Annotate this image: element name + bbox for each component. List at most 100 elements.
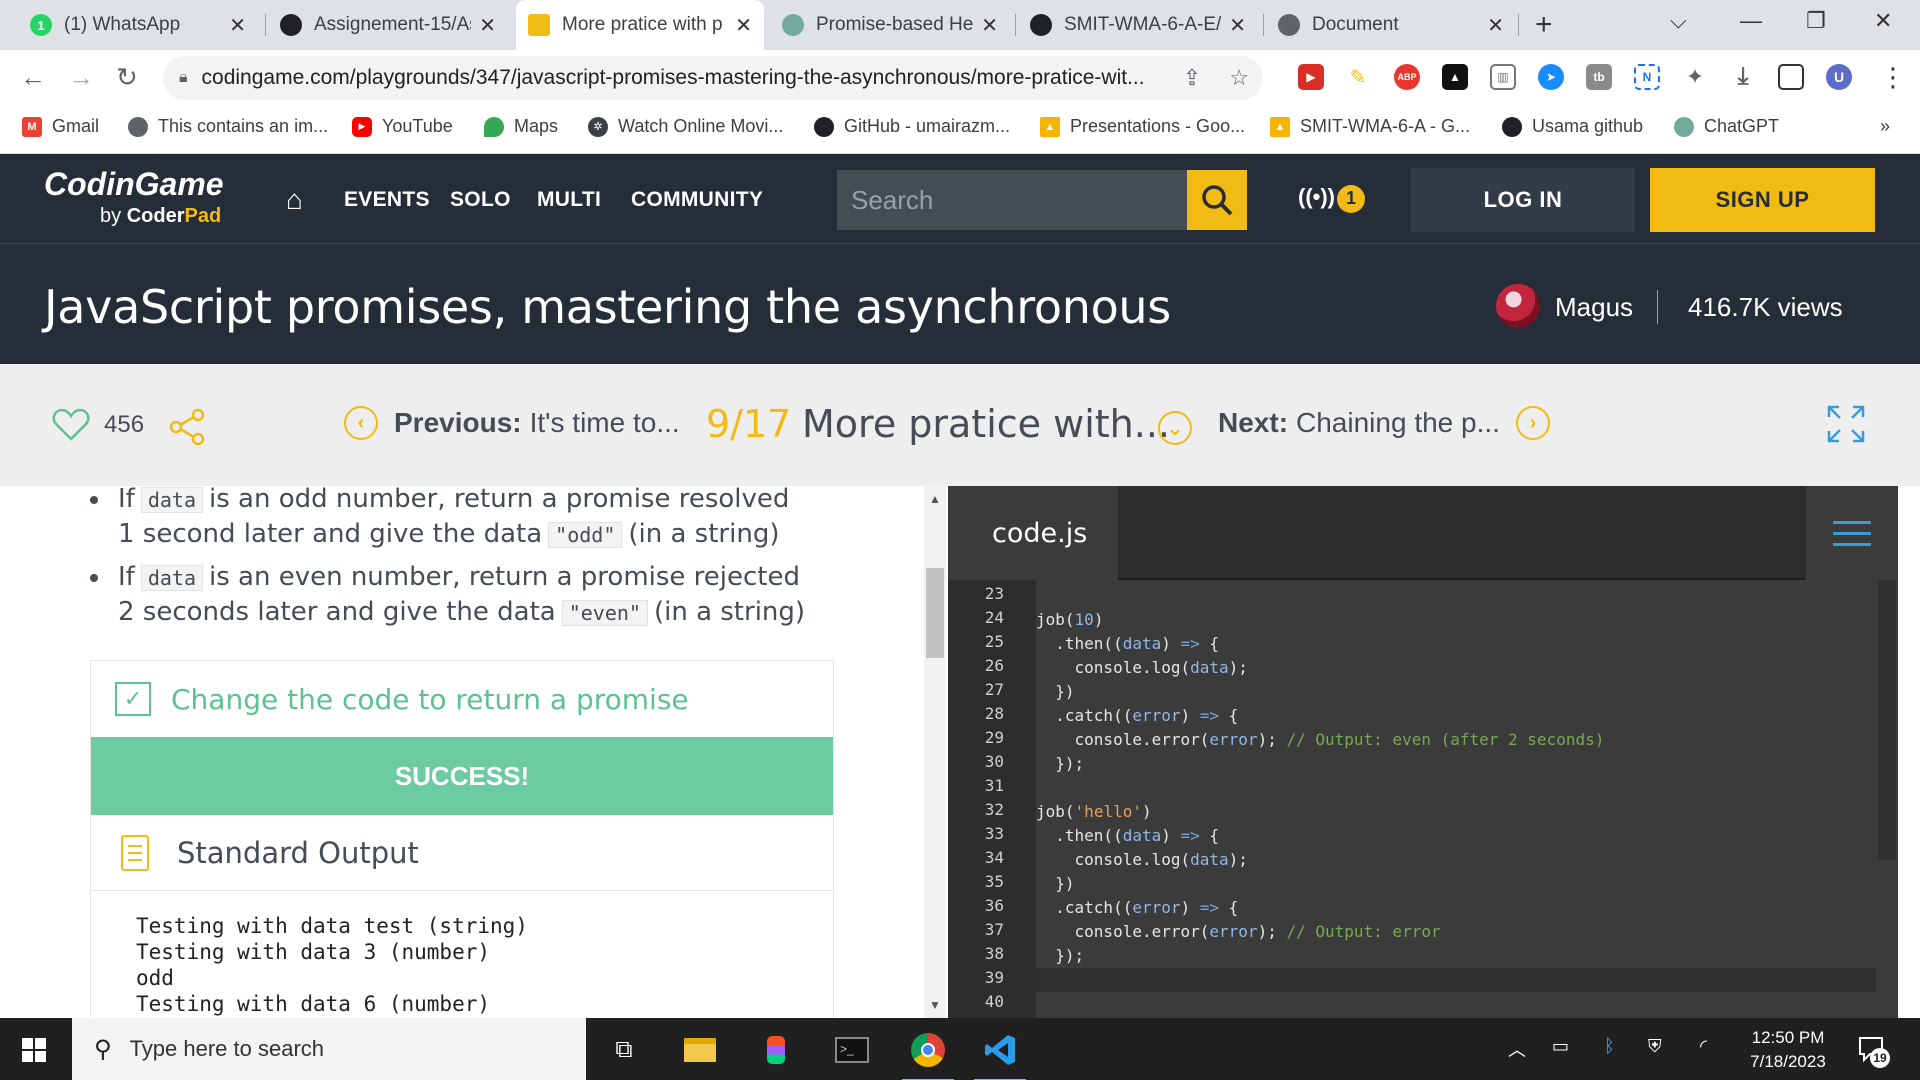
- code-area[interactable]: job(10) .then((data) => { console.log(da…: [1036, 580, 1898, 1018]
- extension-icon[interactable]: ➤: [1538, 64, 1564, 90]
- back-icon[interactable]: ←: [20, 62, 46, 93]
- url-text[interactable]: codingame.com/playgrounds/347/javascript…: [202, 66, 1169, 90]
- code-line[interactable]: .catch((error) => {: [1036, 704, 1898, 728]
- live-events[interactable]: ((•)) 1: [1298, 184, 1366, 213]
- bluetooth-icon[interactable]: ᛒ: [1604, 1036, 1615, 1057]
- previous-lesson-link[interactable]: ‹ Previous: It's time to...: [344, 406, 680, 440]
- code-line[interactable]: console.log(data);: [1036, 656, 1898, 680]
- taskbar-search[interactable]: ⚲ Type here to search: [72, 1018, 586, 1080]
- browser-tab[interactable]: Document ✕: [1266, 0, 1516, 50]
- task-view-icon[interactable]: ⧉: [604, 1030, 644, 1070]
- close-tab-icon[interactable]: ✕: [1487, 13, 1504, 38]
- tab-search-icon[interactable]: ⌵: [1670, 8, 1687, 34]
- side-panel-icon[interactable]: [1778, 64, 1804, 90]
- scroll-up-icon[interactable]: ▲: [929, 492, 941, 506]
- code-line[interactable]: });: [1036, 752, 1898, 776]
- browser-tab[interactable]: Promise-based Hell ✕: [770, 0, 1010, 50]
- search-input[interactable]: [837, 170, 1187, 230]
- next-lesson-link[interactable]: Next: Chaining the p... ›: [1218, 406, 1550, 440]
- vscode-icon[interactable]: [974, 1030, 1026, 1080]
- browser-tab[interactable]: SMIT-WMA-6-A-E/ ✕: [1018, 0, 1258, 50]
- close-tab-icon[interactable]: ✕: [229, 13, 246, 38]
- signup-button[interactable]: SIGN UP: [1650, 168, 1875, 232]
- extension-icon[interactable]: ✎: [1345, 64, 1371, 90]
- current-lesson-title[interactable]: More pratice with...: [802, 402, 1170, 446]
- reload-icon[interactable]: ↻: [116, 62, 138, 93]
- terminal-icon[interactable]: >_: [832, 1030, 872, 1070]
- code-line[interactable]: [1036, 584, 1898, 608]
- home-icon[interactable]: ⌂: [286, 184, 303, 216]
- browser-tab[interactable]: Assignement-15/As ✕: [268, 0, 508, 50]
- close-tab-icon[interactable]: ✕: [1229, 13, 1246, 38]
- bookmark-item[interactable]: ▲ SMIT-WMA-6-A - G...: [1270, 116, 1470, 137]
- code-line[interactable]: .then((data) => {: [1036, 824, 1898, 848]
- file-explorer-icon[interactable]: [680, 1030, 720, 1070]
- hamburger-menu-icon[interactable]: [1806, 486, 1898, 580]
- bookmark-item[interactable]: Usama github: [1502, 116, 1643, 137]
- scrollbar-thumb[interactable]: [926, 568, 944, 658]
- content-scrollbar[interactable]: ▲ ▼: [924, 486, 946, 1018]
- battery-icon[interactable]: ▭: [1552, 1036, 1569, 1057]
- wifi-icon[interactable]: ◜: [1700, 1036, 1707, 1057]
- nav-community[interactable]: COMMUNITY: [631, 188, 763, 212]
- bookmark-item[interactable]: M Gmail: [22, 116, 99, 137]
- editor-scrollbar[interactable]: [1876, 580, 1898, 1018]
- search-button[interactable]: [1187, 170, 1247, 230]
- bookmark-item[interactable]: Maps: [484, 116, 558, 137]
- code-line[interactable]: .catch((error) => {: [1036, 896, 1898, 920]
- bookmark-item[interactable]: GitHub - umairazm...: [814, 116, 1010, 137]
- fullscreen-icon[interactable]: [1826, 404, 1866, 444]
- extension-icon[interactable]: N: [1634, 64, 1660, 90]
- omnibox[interactable]: 🔒︎ codingame.com/playgrounds/347/javascr…: [163, 56, 1263, 100]
- scroll-down-icon[interactable]: ▼: [929, 998, 941, 1012]
- code-line[interactable]: job(10): [1036, 608, 1898, 632]
- code-line[interactable]: [1036, 968, 1898, 992]
- adblock-icon[interactable]: ABP: [1394, 64, 1420, 90]
- figma-icon[interactable]: [756, 1030, 796, 1070]
- close-tab-icon[interactable]: ✕: [735, 13, 752, 38]
- bookmark-item[interactable]: ▲ Presentations - Goo...: [1040, 116, 1245, 137]
- like-button[interactable]: 456: [52, 408, 144, 442]
- new-tab-button[interactable]: +: [1535, 8, 1553, 42]
- windows-start-icon[interactable]: [22, 1038, 46, 1062]
- minimize-button[interactable]: —: [1740, 8, 1762, 34]
- extension-icon[interactable]: tb: [1586, 64, 1612, 90]
- notification-center-icon[interactable]: 19: [1858, 1036, 1890, 1069]
- bookmark-item[interactable]: ✲ Watch Online Movi...: [588, 116, 783, 137]
- close-window-button[interactable]: ✕: [1874, 8, 1892, 34]
- code-line[interactable]: [1036, 992, 1898, 1016]
- nav-multi[interactable]: MULTI: [537, 188, 601, 212]
- extension-icon[interactable]: ▲: [1442, 64, 1468, 90]
- code-line[interactable]: .then((data) => {: [1036, 632, 1898, 656]
- chrome-icon[interactable]: [902, 1030, 954, 1080]
- bookmark-item[interactable]: ChatGPT: [1674, 116, 1779, 137]
- author-name[interactable]: Magus: [1555, 292, 1633, 323]
- chevron-down-icon[interactable]: ⌄: [1158, 411, 1192, 445]
- more-bookmarks-button[interactable]: »: [1880, 116, 1890, 137]
- browser-tab[interactable]: 1 (1) WhatsApp ✕: [18, 0, 258, 50]
- bookmark-star-icon[interactable]: ☆: [1229, 65, 1249, 91]
- close-tab-icon[interactable]: ✕: [981, 13, 998, 38]
- close-tab-icon[interactable]: ✕: [479, 13, 496, 38]
- nav-solo[interactable]: SOLO: [450, 188, 511, 212]
- download-icon[interactable]: ⤓: [1730, 63, 1756, 90]
- avatar[interactable]: [1496, 284, 1540, 328]
- extension-icon[interactable]: ▥: [1490, 64, 1516, 90]
- share-icon[interactable]: [168, 408, 206, 446]
- login-button[interactable]: LOG IN: [1411, 168, 1635, 232]
- browser-tab-active[interactable]: More pratice with p ✕: [516, 0, 764, 50]
- codingame-logo[interactable]: CodinGame by CoderPad: [44, 166, 224, 228]
- chevron-up-icon[interactable]: ︿: [1508, 1036, 1526, 1062]
- system-clock[interactable]: 12:50 PM 7/18/2023: [1733, 1026, 1843, 1074]
- forward-icon[interactable]: →: [68, 62, 94, 93]
- menu-kebab-icon[interactable]: ⋮: [1880, 62, 1906, 93]
- code-line[interactable]: });: [1036, 944, 1898, 968]
- code-line[interactable]: }): [1036, 872, 1898, 896]
- code-line[interactable]: [1036, 776, 1898, 800]
- code-line[interactable]: }): [1036, 680, 1898, 704]
- extensions-puzzle-icon[interactable]: ✦: [1682, 64, 1708, 90]
- code-line[interactable]: console.error(error); // Output: even (a…: [1036, 728, 1898, 752]
- extension-icon[interactable]: ▶: [1298, 64, 1324, 90]
- code-line[interactable]: console.error(error); // Output: error: [1036, 920, 1898, 944]
- bookmark-item[interactable]: ▶ YouTube: [352, 116, 453, 137]
